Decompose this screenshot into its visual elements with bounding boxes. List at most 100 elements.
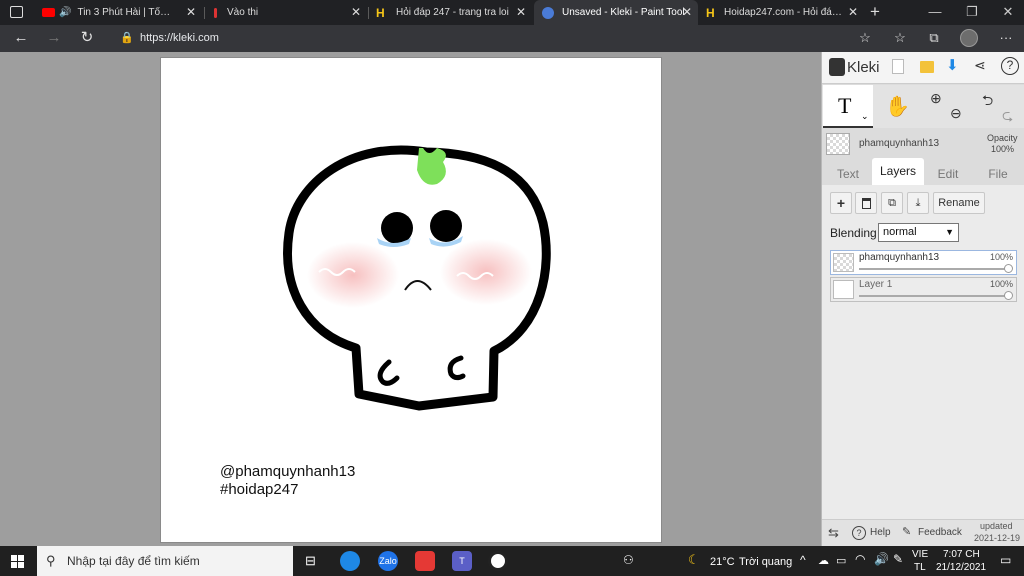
trash-icon	[861, 197, 871, 209]
drawing-canvas[interactable]: @phamquynhanh13 #hoidap247	[160, 57, 662, 543]
open-folder-icon[interactable]	[920, 61, 934, 73]
tab-actions-icon[interactable]	[10, 6, 23, 18]
clock-time[interactable]: 7:07 CH	[943, 549, 980, 560]
teams-icon[interactable]: T	[452, 551, 472, 571]
undo-icon[interactable]: ⮌	[982, 90, 993, 114]
profile-avatar[interactable]	[960, 29, 978, 47]
app-name: Kleki	[847, 59, 880, 76]
weather-temp[interactable]: 21°C	[710, 556, 735, 568]
language-line2[interactable]: TL	[914, 562, 926, 573]
duplicate-icon: ⧉	[888, 196, 896, 209]
speaker-icon[interactable]: 🔊	[59, 7, 71, 18]
zalo-icon[interactable]: Zalo	[378, 551, 398, 571]
pen-icon[interactable]: ✎	[893, 552, 903, 566]
tab-hoidap247[interactable]: H Hoidap247.com - Hỏi đáp on ✕	[700, 0, 862, 25]
edge-icon[interactable]	[340, 551, 360, 571]
tab-edit[interactable]: Edit	[926, 163, 970, 185]
forward-icon[interactable]: →	[44, 29, 64, 47]
wifi-icon[interactable]: ◠	[855, 552, 865, 566]
minimize-icon[interactable]: —	[925, 4, 945, 19]
tab-title: Hỏi đáp 247 - trang tra loi	[396, 7, 509, 18]
collections-icon[interactable]: ⧉	[924, 29, 944, 47]
add-layer-button[interactable]: +	[830, 192, 852, 214]
close-icon[interactable]: ✕	[514, 5, 528, 19]
hand-tool-icon[interactable]: ✋	[885, 94, 910, 119]
taskbar-search[interactable]: ⚲ Nhập tại đây để tìm kiếm	[37, 546, 293, 576]
hoidap-logo-icon: H	[376, 5, 385, 20]
duplicate-layer-button[interactable]: ⧉	[881, 192, 903, 214]
app-icon[interactable]	[415, 551, 435, 571]
tray-chevron-up-icon[interactable]: ^	[800, 553, 806, 567]
task-view-icon[interactable]: ⊟	[305, 553, 316, 569]
close-icon[interactable]: ✕	[184, 5, 198, 19]
windows-taskbar: ⚲ Nhập tại đây để tìm kiếm ⊟ Zalo T ⚇ ☾ …	[0, 546, 1024, 576]
more-menu-icon[interactable]: ···	[996, 29, 1016, 47]
people-icon[interactable]: ⚇	[623, 553, 634, 567]
close-icon[interactable]: ✕	[680, 5, 694, 19]
delete-layer-button[interactable]	[855, 192, 877, 214]
favorites-icon[interactable]: ☆	[890, 29, 910, 47]
blending-select[interactable]: normal ▼	[878, 223, 959, 242]
help-circle-icon[interactable]: ?	[852, 526, 866, 540]
clock-date[interactable]: 21/12/2021	[936, 562, 986, 573]
windows-start-icon[interactable]	[11, 555, 24, 568]
kleki-icon	[542, 6, 554, 19]
layer-opacity-slider[interactable]	[859, 295, 1008, 297]
swap-sides-icon[interactable]: ⇆	[828, 525, 839, 541]
share-icon[interactable]: ⋖	[974, 57, 986, 74]
layer-opacity: 100%	[989, 279, 1013, 289]
zoom-in-icon[interactable]: ⊕	[930, 90, 942, 107]
slider-knob[interactable]	[1004, 264, 1013, 273]
updated-label: updated	[980, 521, 1013, 531]
close-icon[interactable]: ✕	[846, 5, 860, 19]
tab-file[interactable]: File	[974, 163, 1022, 185]
blending-label: Blending	[830, 226, 877, 240]
volume-icon[interactable]: 🔊	[874, 552, 889, 566]
text-tool-button[interactable]: T ⌄	[823, 85, 873, 128]
layer-name: phamquynhanh13	[859, 252, 940, 263]
plus-icon: +	[836, 195, 846, 211]
tab-kleki[interactable]: Unsaved - Kleki - Paint Tool ✕	[534, 0, 698, 25]
rename-button[interactable]: Rename	[933, 192, 985, 214]
weather-text[interactable]: Trời quang	[739, 556, 792, 568]
redo-icon[interactable]: ⮎	[1002, 105, 1013, 129]
feedback-link[interactable]: Feedback	[918, 527, 962, 538]
close-icon[interactable]: ✕	[349, 5, 363, 19]
back-icon[interactable]: ←	[11, 29, 31, 47]
browser-toolbar: ← → ↻ 🔒 https://kleki.com ☆ ☆ ⧉ ···	[0, 25, 1024, 52]
kleki-logo-icon	[829, 58, 845, 76]
slider-knob[interactable]	[1004, 291, 1013, 300]
layer-item[interactable]: Layer 1 100%	[830, 277, 1017, 302]
new-image-icon[interactable]	[892, 59, 904, 74]
merge-down-button[interactable]: ⤓	[907, 192, 929, 214]
tab-vao-thi[interactable]: Vào thi ✕	[206, 0, 368, 25]
obs-icon[interactable]	[488, 551, 508, 571]
new-tab-button[interactable]: +	[870, 2, 880, 22]
close-window-icon[interactable]: ✕	[998, 4, 1018, 20]
reload-icon[interactable]: ↻	[77, 29, 97, 47]
panel-footer: ⇆ ? Help ✎ Feedback updated 2021-12-19	[822, 519, 1024, 546]
download-icon[interactable]: ⬇	[946, 56, 959, 74]
address-bar[interactable]: 🔒 https://kleki.com	[112, 28, 847, 49]
tab-layers[interactable]: Layers	[872, 158, 924, 185]
tab-hoi-dap[interactable]: H Hỏi đáp 247 - trang tra loi ✕	[370, 0, 532, 25]
search-icon: ⚲	[46, 553, 56, 568]
favorites-star-icon[interactable]: ☆	[855, 29, 875, 47]
tab-text[interactable]: Text	[826, 163, 870, 185]
merge-down-icon: ⤓	[915, 196, 921, 209]
layer-item[interactable]: phamquynhanh13 100%	[830, 250, 1017, 275]
restore-icon[interactable]: ❐	[962, 4, 982, 20]
cloud-icon[interactable]: ☁	[818, 554, 829, 567]
layer-opacity-slider[interactable]	[859, 268, 1008, 270]
browser-tab-strip: 🔊 Tin 3 Phút Hài | Tổng hợ ✕ Vào thi ✕ H…	[0, 0, 1024, 25]
network-icon[interactable]: ▭	[836, 554, 846, 567]
notifications-icon[interactable]: ▭	[1000, 553, 1011, 567]
language-line1[interactable]: VIE	[912, 549, 928, 560]
help-icon[interactable]: ?	[1001, 57, 1019, 75]
tab-youtube[interactable]: 🔊 Tin 3 Phút Hài | Tổng hợ ✕	[36, 0, 202, 25]
tool-row: T ⌄ ✋ ⊕ ⊖ ⮌ ⮎	[822, 85, 1024, 128]
zoom-out-icon[interactable]: ⊖	[950, 105, 962, 122]
help-link[interactable]: Help	[870, 527, 891, 538]
weather-moon-icon: ☾	[688, 552, 700, 567]
layer-thumbnail	[833, 280, 854, 299]
